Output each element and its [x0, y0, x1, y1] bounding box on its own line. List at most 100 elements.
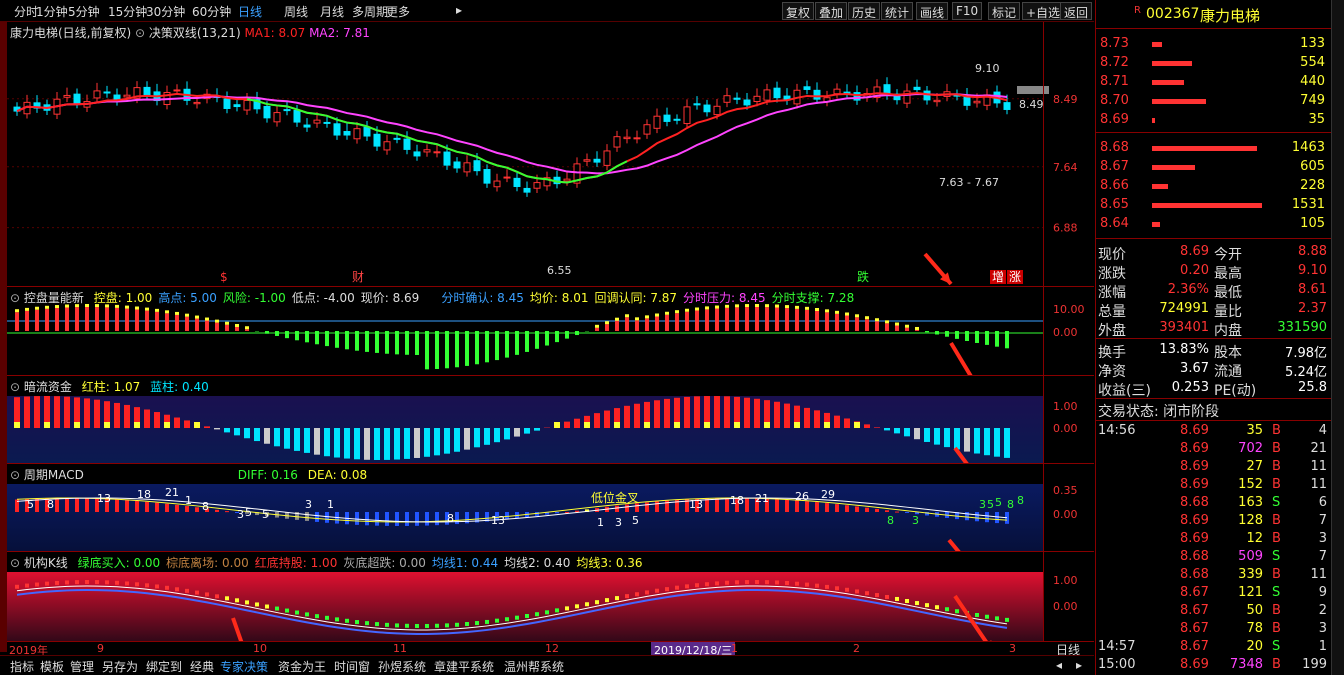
- toolbar-button-6[interactable]: 标记: [988, 2, 1021, 20]
- macd-count-label: 5: [987, 498, 994, 511]
- jigou-mark: [845, 587, 849, 592]
- candle: [983, 88, 991, 111]
- indicator-tab-8[interactable]: 时间窗: [334, 658, 370, 675]
- candle: [363, 120, 371, 141]
- tab-next-icon[interactable]: ▸: [1076, 658, 1082, 672]
- pane2-bar-cap: [905, 324, 909, 328]
- macd-bar: [975, 512, 979, 522]
- period-1[interactable]: 1分钟: [36, 3, 68, 20]
- toolbar-button-1[interactable]: 叠加: [815, 2, 848, 20]
- pane3-blue-bar: [314, 428, 320, 455]
- pane2-bar: [705, 309, 709, 331]
- pane-anliu[interactable]: ⊙ 暗流资金 红柱: 1.07 蓝柱: 0.40 1.00 0.00: [7, 375, 1094, 464]
- jigou-mark: [45, 581, 49, 586]
- fund-value: 13.83%: [1159, 342, 1209, 357]
- date-label-4: 12: [545, 642, 559, 655]
- jigou-mark: [545, 610, 549, 615]
- macd-bar: [615, 505, 619, 512]
- macd-chart[interactable]: 0.350.005 8 13 18 21153 13 588 13 1 3 513 18 21 26 293…: [7, 464, 1094, 552]
- macd-bar: [355, 512, 359, 525]
- indicator-tab-1[interactable]: 模板: [40, 658, 64, 675]
- toolbar-button-4[interactable]: 画线: [916, 2, 949, 20]
- toolbar-button-3[interactable]: 统计: [881, 2, 914, 20]
- candle: [453, 157, 461, 173]
- indicator-tab-5[interactable]: 经典: [190, 658, 214, 675]
- tick-price: 8.69: [1180, 477, 1209, 492]
- pane2-bar: [535, 331, 539, 349]
- macd-bar: [435, 512, 439, 526]
- pane2-bar-cap: [65, 304, 69, 308]
- kongpan-chart[interactable]: 10.00 0.00: [7, 287, 1094, 376]
- anliu-chart[interactable]: 1.00 0.00: [7, 376, 1094, 464]
- pane3-yellow-bar: [44, 422, 50, 428]
- stock-name[interactable]: 康力电梯: [1200, 5, 1260, 26]
- pane2-bar-cap: [775, 304, 779, 308]
- stock-code[interactable]: 002367: [1146, 6, 1199, 22]
- indicator-tab-4[interactable]: 绑定到: [146, 658, 182, 675]
- period-4[interactable]: 30分钟: [146, 3, 185, 20]
- dropdown-arrow-icon[interactable]: ▸: [456, 3, 462, 17]
- jigou-mark: [375, 622, 379, 627]
- indicator-tab-0[interactable]: 指标: [10, 658, 34, 675]
- macd-bar: [505, 512, 509, 520]
- candle: [783, 88, 791, 105]
- period-0[interactable]: 分时: [14, 3, 38, 20]
- toolbar-button-5[interactable]: F10: [952, 2, 983, 20]
- ask-volume: 554: [1300, 55, 1325, 70]
- candle: [663, 107, 671, 127]
- tick-price: 8.69: [1180, 657, 1209, 672]
- event-label: 跌: [857, 269, 869, 284]
- tab-prev-icon[interactable]: ◂: [1056, 658, 1062, 672]
- indicator-tab-3[interactable]: 另存为: [102, 658, 138, 675]
- period-6[interactable]: 日线: [238, 3, 262, 20]
- indicator-tab-2[interactable]: 管理: [70, 658, 94, 675]
- macd-count-label: 3: [237, 508, 244, 521]
- indicator-tab-7[interactable]: 资金为王: [278, 658, 326, 675]
- stat-value: 8.61: [1298, 282, 1327, 297]
- period-10[interactable]: 更多: [386, 3, 410, 20]
- pane3-yellow-bar: [704, 422, 710, 428]
- pane2-bar: [395, 331, 399, 355]
- date-axis[interactable]: 2019年 9 10 11 12 2019/12/18/三 1 2 3: [7, 641, 1094, 658]
- pane-kongpan[interactable]: ⊙ 控盘量能新 控盘: 1.00 高点: 5.00 风险: -1.00 低点: -4.…: [7, 286, 1094, 376]
- pane3-red-bar: [84, 398, 90, 428]
- indicator-tab-6[interactable]: 专家决策: [220, 658, 268, 675]
- jigou-mark: [985, 614, 989, 619]
- indicator-tab-11[interactable]: 温州帮系统: [504, 658, 564, 675]
- main-chart-pane[interactable]: 康力电梯(日线,前复权) ⊙ 决策双线(13,21) MA1: 8.07 MA2…: [7, 22, 1094, 286]
- period-9[interactable]: 多周期: [352, 3, 388, 20]
- jigou-mark: [515, 615, 519, 620]
- period-2[interactable]: 5分钟: [68, 3, 100, 20]
- pane2-bar-cap: [105, 304, 109, 308]
- indicator-tab-10[interactable]: 章建平系统: [434, 658, 494, 675]
- jigou-chart[interactable]: 1.00 0.00: [7, 552, 1094, 642]
- pane-jigou[interactable]: ⊙ 机构K线 绿底买入: 0.00 棕底离场: 0.00 红底持股: 1.00 灰底超…: [7, 551, 1094, 642]
- tick-volume: 35: [1246, 423, 1263, 438]
- pane2-bar: [905, 327, 909, 331]
- indicator-tab-9[interactable]: 孙煜系统: [378, 658, 426, 675]
- period-8[interactable]: 月线: [320, 3, 344, 20]
- right-scrollbar[interactable]: [1331, 0, 1344, 675]
- stat-label: 涨幅: [1098, 285, 1126, 301]
- period-3[interactable]: 15分钟: [108, 3, 147, 20]
- tick-price: 8.69: [1180, 459, 1209, 474]
- pane2-bar-cap: [715, 305, 719, 309]
- pane-macd[interactable]: ⊙ 周期MACD DIFF: 0.16 DEA: 0.08 0.35 0.00 5 8…: [7, 463, 1094, 552]
- candlestick-chart[interactable]: 8.49 7.64 6.88 9.10 6.55 8.49 7.63 - 7.67 $ 财 跌 增涨: [7, 22, 1094, 286]
- pane2-bar-cap: [225, 321, 229, 325]
- toolbar-button-8[interactable]: 返回: [1060, 2, 1093, 20]
- macd-count-label: 1: [597, 516, 604, 529]
- toolbar-button-2[interactable]: 历史: [848, 2, 881, 20]
- toolbar-button-0[interactable]: 复权: [782, 2, 815, 20]
- candle: [683, 99, 691, 129]
- pane3-red-bar: [724, 396, 730, 428]
- tick-price: 8.68: [1180, 549, 1209, 564]
- left-side-strip[interactable]: [0, 22, 7, 652]
- pane2-bar-cap: [755, 304, 759, 308]
- toolbar-button-7[interactable]: +自选: [1022, 2, 1065, 20]
- jigou-mark: [35, 582, 39, 587]
- pane2-bar: [305, 331, 309, 343]
- pane2-bar: [725, 307, 729, 331]
- period-5[interactable]: 60分钟: [192, 3, 231, 20]
- period-7[interactable]: 周线: [284, 3, 308, 20]
